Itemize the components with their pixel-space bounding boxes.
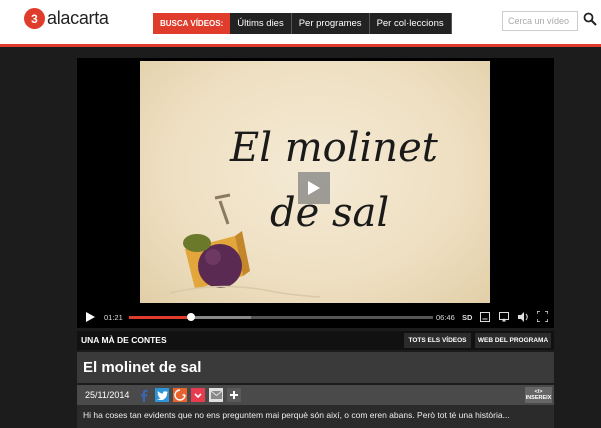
all-videos-button[interactable]: TOTS ELS VÍDEOS [404, 333, 471, 348]
main-nav: BUSCA VÍDEOS: Últims dies Per programes … [153, 13, 452, 34]
pocket-icon[interactable] [191, 388, 205, 402]
play-overlay-button[interactable] [298, 172, 330, 204]
quality-toggle[interactable]: SD [462, 313, 472, 322]
email-icon[interactable] [209, 388, 223, 402]
airplay-icon[interactable] [499, 312, 509, 322]
episode-title: El molinet de sal [83, 359, 202, 376]
episode-title-bar: El molinet de sal [77, 352, 554, 383]
progress-buffered [191, 316, 251, 319]
nav-item-per-colleccions[interactable]: Per col·leccions [369, 13, 452, 34]
site-header: 3 alacarta BUSCA VÍDEOS: Últims dies Per… [0, 0, 601, 44]
program-bar: UNA MÀ DE CONTES TOTS ELS VÍDEOS WEB DEL… [77, 331, 554, 350]
program-web-button[interactable]: WEB DEL PROGRAMA [475, 333, 551, 348]
episode-description: Hi ha coses tan evidents que no ens preg… [77, 405, 554, 428]
duration: 06:46 [436, 313, 455, 322]
episode-description-text: Hi ha coses tan evidents que no ens preg… [83, 410, 510, 420]
search-icon[interactable] [583, 12, 597, 26]
header-accent-line [0, 44, 601, 47]
nav-item-per-programes[interactable]: Per programes [291, 13, 370, 34]
art-title-line1: El molinet [229, 125, 439, 171]
subtitles-icon[interactable] [480, 312, 490, 322]
google-plus-icon[interactable] [173, 388, 187, 402]
logo-text: alacarta [47, 8, 109, 28]
facebook-icon[interactable] [137, 388, 151, 402]
nav-item-ultims-dies[interactable]: Últims dies [230, 13, 292, 34]
logo-badge: 3 [24, 8, 45, 29]
nav-busca-label: BUSCA VÍDEOS: [153, 13, 231, 34]
current-time: 01:21 [104, 313, 123, 322]
embed-button[interactable]: </> INSEREIX [525, 387, 552, 403]
volume-icon[interactable] [518, 312, 529, 322]
embed-label: INSEREIX [525, 395, 552, 401]
progress-handle[interactable] [187, 313, 195, 321]
play-icon [308, 181, 320, 195]
episode-date: 25/11/2014 [85, 390, 130, 400]
twitter-icon[interactable] [155, 388, 169, 402]
search-input[interactable] [502, 11, 578, 31]
plus-icon[interactable] [227, 388, 241, 402]
program-name[interactable]: UNA MÀ DE CONTES [81, 335, 167, 345]
progress-played [129, 316, 191, 319]
fullscreen-icon[interactable] [537, 311, 548, 322]
logo[interactable]: 3 alacarta [24, 8, 109, 29]
video-player[interactable]: El molinet de sal 01:21 06:46 SD [77, 58, 554, 328]
episode-meta-row: 25/11/2014 </> INSEREIX [77, 385, 554, 405]
play-icon[interactable] [86, 312, 95, 322]
